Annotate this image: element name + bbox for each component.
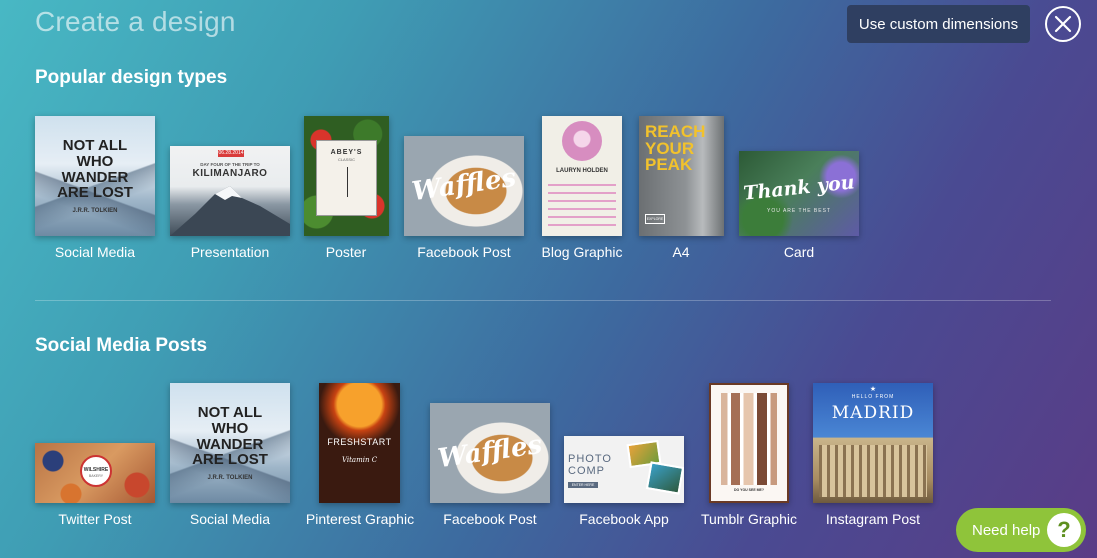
design-type-label: Presentation xyxy=(190,244,270,260)
thumbnail: Waffles xyxy=(430,403,550,503)
photo-2 xyxy=(645,461,684,495)
design-type-label: Twitter Post xyxy=(58,511,132,527)
thumbnail: 06.28.2014 DAY FOUR OF THE TRIP TO KILIM… xyxy=(170,146,290,236)
question-icon: ? xyxy=(1047,513,1081,547)
thumbnail-text: REACH YOUR PEAK xyxy=(645,122,706,175)
thumbnail-text: KILIMANJARO xyxy=(192,168,268,179)
thumbnail-date: 06.28.2014 xyxy=(218,150,244,157)
thumbnail: ★ HELLO FROM MADRID xyxy=(813,383,933,503)
need-help-button[interactable]: Need help ? xyxy=(956,508,1086,552)
close-button[interactable] xyxy=(1045,6,1081,42)
section-title-popular: Popular design types xyxy=(35,67,228,88)
thumbnail-text: NOT ALL WHO WANDER ARE LOST xyxy=(192,404,268,469)
thumbnail: NOT ALL WHO WANDER ARE LOST J.R.R. TOLKI… xyxy=(170,383,290,503)
thumbnail-text: Waffles xyxy=(410,162,518,208)
design-type-label: Instagram Post xyxy=(825,511,921,527)
thumbnail: REACH YOUR PEAK EXPLORE xyxy=(639,116,724,236)
thumbnail-subtext: ENTER HERE xyxy=(568,482,598,488)
thumbnail-subtext: EXPLORE xyxy=(645,214,665,224)
thumbnail: NOT ALL WHO WANDER ARE LOST J.R.R. TOLKI… xyxy=(35,116,155,236)
info-lines xyxy=(548,184,616,228)
thumbnail: FRESHSTART Vitamin C xyxy=(319,383,400,503)
thumbnail-subtext: J.R.R. TOLKIEN xyxy=(207,475,253,481)
design-type-label: Tumblr Graphic xyxy=(701,511,797,527)
thumbnail-text: MADRID xyxy=(831,403,915,423)
section-title-social-media-posts: Social Media Posts xyxy=(35,335,208,356)
thumbnail-text: ABEY'S xyxy=(330,149,363,156)
need-help-label: Need help xyxy=(972,521,1041,539)
thumbnail: WILSHIRE BAKERY xyxy=(35,443,155,503)
design-type-label: Facebook Post xyxy=(443,511,537,527)
design-type-label: A4 xyxy=(672,244,690,260)
close-icon xyxy=(1054,15,1072,33)
thumbnail-text: FRESHSTART xyxy=(327,437,392,447)
design-type-label: Facebook App xyxy=(579,511,669,527)
thumbnail-text: WILSHIRE xyxy=(83,467,109,473)
thumbnail-subtext: CLASSIC xyxy=(337,157,356,162)
section-divider xyxy=(35,300,1051,301)
design-type-label: Card xyxy=(783,244,815,260)
thumbnail: ABEY'S CLASSIC xyxy=(304,116,389,236)
thumbnail: PHOTO COMP ENTER HERE xyxy=(564,436,684,503)
thumbnail-text: NOT ALL WHO WANDER ARE LOST xyxy=(57,137,133,202)
poster-card: ABEY'S CLASSIC xyxy=(316,140,377,216)
thumbnail-subtext: J.R.R. TOLKIEN xyxy=(72,208,118,214)
thumbnail-text: LAURYN HOLDEN xyxy=(556,168,608,174)
design-type-label: Social Media xyxy=(54,244,136,260)
design-type-label: Poster xyxy=(325,244,367,260)
star-icon: ★ xyxy=(869,386,877,393)
thumbnail-subtext: DAY FOUR OF THE TRIP TO xyxy=(200,162,260,167)
thumbnail-text: Thank you xyxy=(742,171,856,205)
thumbnail-subtext: Vitamin C xyxy=(341,456,378,464)
thumbnail: Waffles xyxy=(404,136,524,236)
design-type-label: Facebook Post xyxy=(417,244,511,260)
design-type-label: Pinterest Graphic xyxy=(305,511,415,527)
thumbnail: Thank you YOU ARE THE BEST xyxy=(739,151,859,236)
thumbnail-subtext: HELLO FROM xyxy=(851,394,895,400)
thumbnail-subtext: BAKERY xyxy=(88,474,104,478)
mountain-shape xyxy=(170,186,290,236)
thumbnail: LAURYN HOLDEN xyxy=(542,116,622,236)
design-type-label: Social Media xyxy=(189,511,271,527)
thumbnail-text: Waffles xyxy=(436,429,544,475)
palace-facade xyxy=(819,445,927,497)
thumbnail: DO YOU SEE ME? xyxy=(709,383,789,503)
face-strips xyxy=(721,393,777,485)
use-custom-dimensions-button[interactable]: Use custom dimensions xyxy=(847,5,1030,43)
portrait-circle xyxy=(562,121,602,161)
thumbnail-text: DO YOU SEE ME? xyxy=(733,488,765,492)
design-type-label: Blog Graphic xyxy=(541,244,623,260)
thumbnail-text: PHOTO COMP xyxy=(568,453,612,477)
page-title: Create a design xyxy=(35,6,236,37)
thumbnail-subtext: YOU ARE THE BEST xyxy=(767,208,831,214)
badge-circle: WILSHIRE BAKERY xyxy=(80,455,112,487)
